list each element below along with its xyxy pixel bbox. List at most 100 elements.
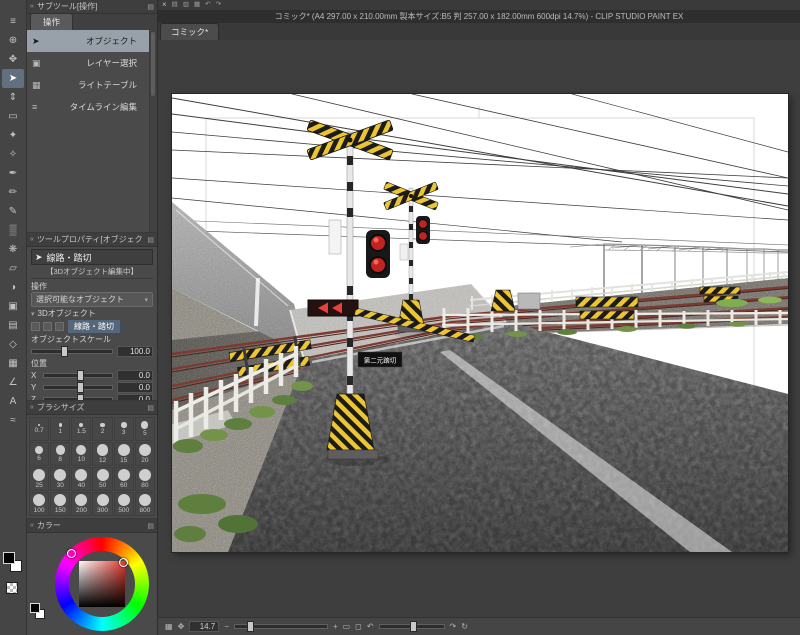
panel-menu-icon[interactable]: ▤ [147, 3, 154, 11]
panel-menu-icon[interactable]: ▤ [147, 522, 154, 530]
tool-button[interactable]: ∠ [2, 373, 24, 392]
object-group-row[interactable]: ▾ 3Dオブジェクト [31, 308, 153, 319]
object-thumb-icon[interactable] [55, 322, 64, 331]
tool-button[interactable]: ≈ [2, 411, 24, 430]
panel-menu-icon[interactable]: ▤ [147, 236, 154, 244]
main-color-swatch[interactable] [3, 552, 15, 564]
tool-button[interactable]: ⊕ [2, 31, 24, 50]
reset-view-icon[interactable]: ↻ [461, 622, 468, 631]
zoom-slider[interactable] [233, 621, 328, 632]
tool-button[interactable]: A [2, 392, 24, 411]
tool-button[interactable]: ✧ [2, 145, 24, 164]
tool-button[interactable]: ✎ [2, 202, 24, 221]
brush-size-cell[interactable]: 30 [50, 467, 71, 491]
slider-thumb[interactable] [76, 369, 84, 381]
brush-size-cell[interactable]: 800 [134, 492, 155, 516]
save-icon[interactable]: ▦ [194, 1, 200, 9]
tool-button[interactable]: ≡ [2, 12, 24, 31]
tool-button[interactable]: ▣ [2, 297, 24, 316]
slider-thumb[interactable] [60, 345, 68, 357]
slider-thumb[interactable] [246, 621, 254, 632]
brush-size-cell[interactable]: 20 [134, 442, 155, 466]
brush-size-cell[interactable]: 40 [71, 467, 92, 491]
tool-button[interactable]: ❋ [2, 240, 24, 259]
brush-size-cell[interactable]: 8 [50, 442, 71, 466]
object-thumb-icon[interactable] [43, 322, 52, 331]
canvas-3d-scene[interactable]: 第二元踏切 [172, 94, 788, 552]
group-toggle-icon[interactable]: ▾ [31, 310, 35, 318]
brush-size-cell[interactable]: 10 [71, 442, 92, 466]
object-scale-slider[interactable] [31, 345, 113, 357]
brush-size-cell[interactable]: 80 [134, 467, 155, 491]
tool-button[interactable]: ▱ [2, 259, 24, 278]
document-tab[interactable]: コミック* [160, 23, 220, 40]
selected-object-chip[interactable]: 線路・踏切 [67, 319, 121, 334]
canvas-page[interactable]: 第二元踏切 [172, 94, 788, 552]
brush-size-cell[interactable]: 1 [50, 417, 71, 441]
tool-button[interactable]: ▤ [2, 316, 24, 335]
tool-button[interactable]: ◑ [2, 278, 24, 297]
brush-size-cell[interactable]: 12 [92, 442, 113, 466]
brush-size-cell[interactable]: 200 [71, 492, 92, 516]
subtool-list-item[interactable]: ➤ オブジェクト [27, 30, 150, 52]
brush-size-cell[interactable]: 0.7 [29, 417, 50, 441]
pan-icon[interactable]: ✥ [178, 622, 185, 631]
zoom-out-icon[interactable]: − [224, 622, 229, 631]
brush-size-cell[interactable]: 2 [92, 417, 113, 441]
subtool-list-item[interactable]: ≡ タイムライン編集 [27, 96, 150, 118]
new-canvas-icon[interactable]: ▤ [172, 1, 178, 9]
panel-menu-icon[interactable]: ▤ [147, 404, 154, 412]
tool-button[interactable]: ✒ [2, 164, 24, 183]
brush-size-cell[interactable]: 15 [113, 442, 134, 466]
undo-icon[interactable]: ↶ [205, 1, 210, 9]
scrollbar-thumb[interactable] [151, 32, 155, 96]
navigator-icon[interactable]: ▦ [165, 622, 173, 631]
brush-size-cell[interactable]: 25 [29, 467, 50, 491]
actual-size-icon[interactable]: ◻ [355, 622, 362, 631]
open-icon[interactable]: ▥ [183, 1, 189, 9]
tool-button[interactable]: ◇ [2, 335, 24, 354]
tool-button[interactable]: ⇕ [2, 88, 24, 107]
brush-size-cell[interactable]: 500 [113, 492, 134, 516]
tool-button[interactable]: ➤ [2, 69, 24, 88]
brush-size-cell[interactable]: 5 [134, 417, 155, 441]
selectable-objects-dropdown[interactable]: 選択可能なオブジェクト ▾ [31, 292, 153, 307]
slider-thumb[interactable] [76, 381, 84, 393]
tool-button[interactable]: ▦ [2, 354, 24, 373]
main-color-mini-swatch[interactable] [30, 603, 40, 613]
zoom-in-icon[interactable]: + [333, 622, 338, 631]
axis-slider[interactable] [43, 369, 113, 381]
subtool-scrollbar[interactable] [149, 30, 157, 232]
slider-thumb[interactable] [410, 621, 418, 632]
subtool-list-item[interactable]: ▣ レイヤー選択 [27, 52, 150, 74]
tool-button[interactable]: ▒ [2, 221, 24, 240]
brush-size-cell[interactable]: 100 [29, 492, 50, 516]
rotate-right-icon[interactable]: ↷ [450, 622, 457, 631]
transparent-color-swatch[interactable] [6, 582, 18, 594]
tool-button[interactable]: ✦ [2, 126, 24, 145]
sv-square[interactable] [79, 558, 128, 607]
object-thumb-icon[interactable] [31, 322, 40, 331]
tool-button[interactable]: ▭ [2, 107, 24, 126]
axis-slider[interactable] [43, 381, 113, 393]
collapse-icon[interactable]: « [30, 522, 34, 529]
redo-icon[interactable]: ↷ [216, 1, 221, 9]
close-icon[interactable]: × [162, 1, 167, 9]
canvas-viewport[interactable]: 第二元踏切 [158, 40, 800, 618]
tool-button[interactable]: ✏ [2, 183, 24, 202]
fit-screen-icon[interactable]: ▭ [343, 622, 351, 631]
hue-ring[interactable] [55, 537, 149, 631]
collapse-icon[interactable]: « [30, 3, 34, 10]
brush-size-cell[interactable]: 6 [29, 442, 50, 466]
rotate-left-icon[interactable]: ↶ [367, 622, 374, 631]
hue-selector[interactable] [67, 549, 76, 558]
tool-button[interactable]: ✥ [2, 50, 24, 69]
brush-size-cell[interactable]: 50 [92, 467, 113, 491]
collapse-icon[interactable]: « [30, 236, 34, 243]
rotate-slider[interactable] [378, 621, 445, 632]
brush-size-cell[interactable]: 3 [113, 417, 134, 441]
subtool-tab-operation[interactable]: 操作 [30, 13, 74, 30]
brush-size-cell[interactable]: 1.5 [71, 417, 92, 441]
brush-size-cell[interactable]: 150 [50, 492, 71, 516]
brush-size-cell[interactable]: 300 [92, 492, 113, 516]
